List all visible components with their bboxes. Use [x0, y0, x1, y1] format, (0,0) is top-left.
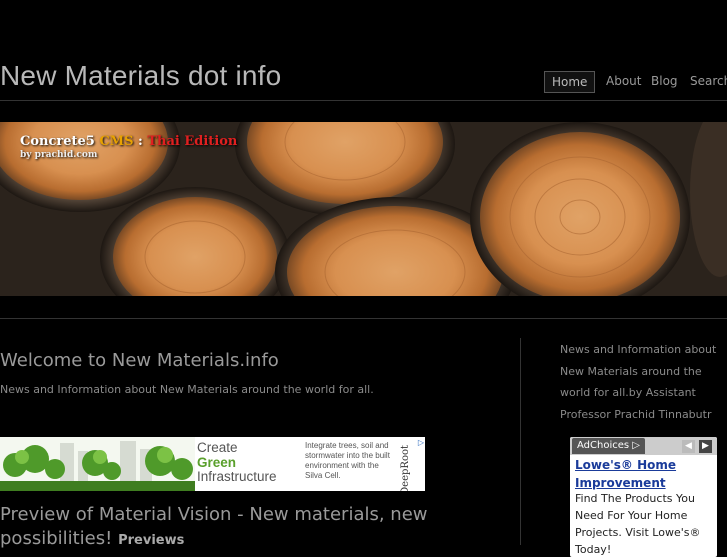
adchoices-button[interactable]: AdChoices ▷ [572, 438, 645, 454]
banner-separator: : [138, 134, 143, 149]
nav-about[interactable]: About [606, 71, 641, 91]
lowes-ad[interactable]: AdChoices ▷ ◀ ▶ Lowe's® Home Improvement… [570, 437, 717, 557]
banner-byline: by prachid.com [20, 150, 98, 160]
banner-divider [0, 318, 727, 319]
silva-cell-ad[interactable]: Create Green Infrastructure Integrate tr… [0, 437, 425, 491]
banner-caption: Concrete5 CMS : Thai Edition [20, 134, 237, 149]
ad-headline-line2: Green [197, 454, 237, 470]
ad-prev-icon[interactable]: ◀ [682, 440, 695, 453]
column-divider [520, 338, 521, 545]
banner-edition: Thai Edition [147, 134, 238, 149]
ad-body: Integrate trees, soil and stormwater int… [305, 441, 390, 480]
ad-heading[interactable]: Lowe's® Home Improvement [575, 456, 715, 492]
nav-search[interactable]: Search [690, 71, 727, 91]
post-title[interactable]: Preview of Material Vision - New materia… [0, 503, 430, 553]
ad-body-text: Find The Products You Need For Your Home… [575, 492, 701, 556]
nav-blog[interactable]: Blog [651, 71, 678, 91]
sidebar-description: News and Information about New Materials… [560, 343, 717, 421]
ad-brand-logo: DeepRoot [400, 445, 411, 491]
nav-home[interactable]: Home [544, 71, 596, 93]
welcome-description: News and Information about New Materials… [0, 383, 374, 396]
header-banner: Concrete5 CMS : Thai Edition by prachid.… [0, 122, 727, 296]
ad-headline: Create Green Infrastructure [197, 440, 277, 485]
adchoices-label: AdChoices [577, 440, 630, 451]
green-city-illustration [0, 437, 195, 491]
ad-heading-line1[interactable]: Lowe's® Home [575, 456, 715, 474]
main-nav: Home About Blog Search [544, 71, 727, 93]
ad-headline-line3: Infrastructure [197, 469, 277, 484]
post-title-text[interactable]: Preview of Material Vision - New materia… [0, 504, 428, 549]
post-category[interactable]: Previews [118, 533, 184, 548]
header-divider [0, 100, 727, 101]
ad-headline-line1: Create [197, 440, 238, 455]
banner-brand: Concrete5 [20, 134, 95, 149]
ad-next-icon[interactable]: ▶ [699, 440, 712, 453]
site-title[interactable]: New Materials dot info [0, 60, 281, 92]
adchoices-icon[interactable]: ▷ [418, 438, 424, 447]
welcome-title: Welcome to New Materials.info [0, 350, 279, 371]
banner-cms: CMS [99, 134, 134, 149]
